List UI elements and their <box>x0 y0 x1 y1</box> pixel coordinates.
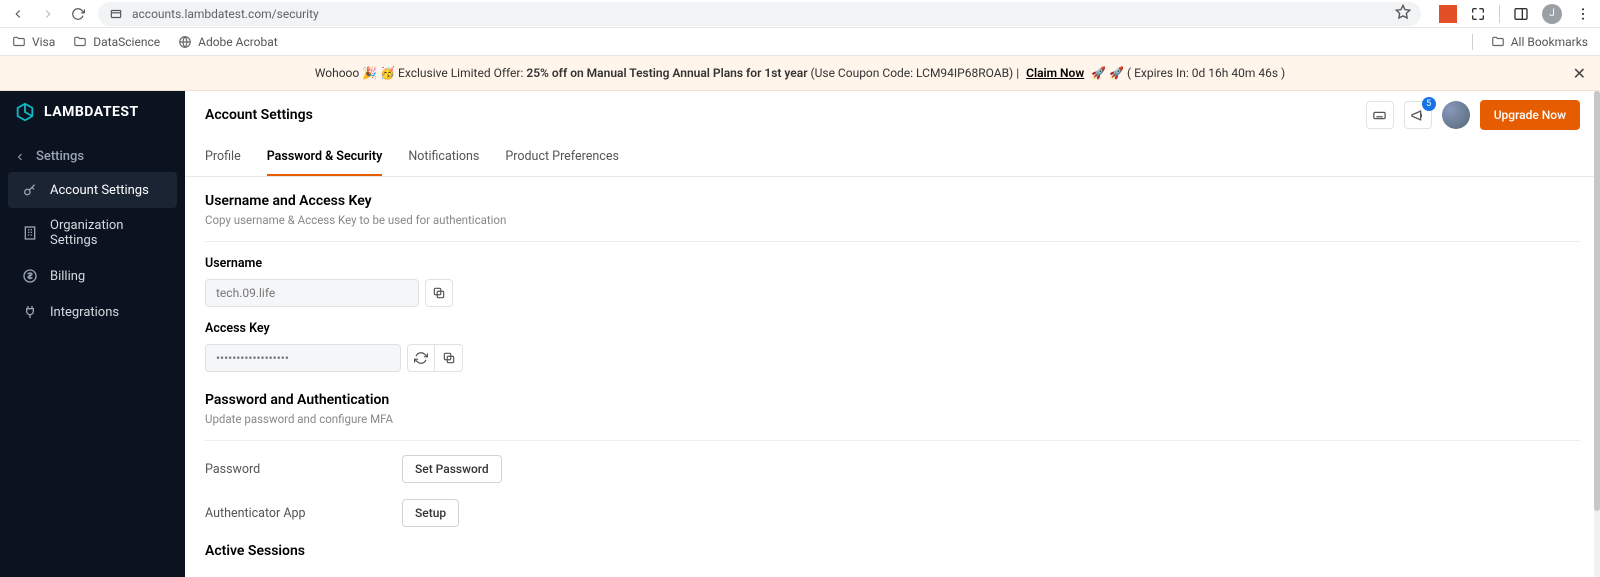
browser-toolbar: accounts.lambdatest.com/security J <box>0 0 1600 28</box>
divider <box>205 241 1580 242</box>
bookmark-datascience[interactable]: DataScience <box>73 35 160 49</box>
section-title-sessions: Active Sessions <box>205 543 1580 559</box>
back-button[interactable] <box>8 4 28 24</box>
extension-icon[interactable] <box>1439 5 1457 23</box>
sidebar-item-account-settings[interactable]: Account Settings <box>8 172 177 208</box>
copy-icon <box>442 351 456 365</box>
tab-password-security[interactable]: Password & Security <box>267 139 383 176</box>
content-area: Username and Access Key Copy username & … <box>185 177 1600 577</box>
dollar-icon <box>22 268 38 284</box>
section-title-auth: Password and Authentication <box>205 392 1580 408</box>
announcement-icon[interactable]: 5 <box>1404 101 1432 129</box>
bookmark-adobe[interactable]: Adobe Acrobat <box>178 35 278 49</box>
sidebar-back-settings[interactable]: Settings <box>0 141 185 172</box>
reload-button[interactable] <box>68 4 88 24</box>
accesskey-input[interactable] <box>205 344 401 372</box>
key-icon <box>22 182 38 198</box>
sidebar: LAMBDATEST Settings Account Settings Org… <box>0 91 185 577</box>
folder-icon <box>1491 35 1505 49</box>
setup-authenticator-button[interactable]: Setup <box>402 499 459 527</box>
bookmarks-bar: Visa DataScience Adobe Acrobat All Bookm… <box>0 28 1600 56</box>
tab-profile[interactable]: Profile <box>205 139 241 176</box>
folder-icon <box>73 35 87 49</box>
extensions-puzzle-icon[interactable] <box>1469 5 1487 23</box>
sidebar-item-integrations[interactable]: Integrations <box>0 294 185 330</box>
copy-icon <box>432 286 446 300</box>
lambdatest-logo-icon <box>14 101 36 123</box>
regenerate-accesskey-button[interactable] <box>407 344 435 372</box>
building-icon <box>22 225 38 241</box>
all-bookmarks[interactable]: All Bookmarks <box>1491 35 1588 49</box>
username-input[interactable] <box>205 279 419 307</box>
upgrade-button[interactable]: Upgrade Now <box>1480 100 1580 130</box>
topbar: Account Settings 5 Upgrade Now <box>185 91 1600 139</box>
authenticator-row-label: Authenticator App <box>205 506 402 521</box>
url-text: accounts.lambdatest.com/security <box>132 7 1387 21</box>
globe-icon <box>178 35 192 49</box>
copy-username-button[interactable] <box>425 279 453 307</box>
panel-icon[interactable] <box>1512 5 1530 23</box>
set-password-button[interactable]: Set Password <box>402 455 502 483</box>
folder-icon <box>12 35 26 49</box>
divider <box>205 440 1580 441</box>
accesskey-label: Access Key <box>205 321 1580 336</box>
tab-product-preferences[interactable]: Product Preferences <box>505 139 619 176</box>
brand-text: LAMBDATEST <box>44 104 139 120</box>
plug-icon <box>22 304 38 320</box>
keyboard-icon[interactable] <box>1366 101 1394 129</box>
section-subtitle-auth: Update password and configure MFA <box>205 412 1580 426</box>
page-title: Account Settings <box>205 107 313 123</box>
refresh-icon <box>414 351 428 365</box>
scrollbar-track[interactable] <box>1594 91 1600 577</box>
scrollbar-thumb[interactable] <box>1594 91 1600 511</box>
section-title-uak: Username and Access Key <box>205 193 1580 209</box>
user-avatar[interactable] <box>1442 101 1470 129</box>
kebab-menu-icon[interactable] <box>1574 5 1592 23</box>
brand-logo[interactable]: LAMBDATEST <box>0 101 185 141</box>
copy-accesskey-button[interactable] <box>435 344 463 372</box>
tab-bar: Profile Password & Security Notification… <box>185 139 1600 177</box>
password-row-label: Password <box>205 462 402 477</box>
bookmark-visa[interactable]: Visa <box>12 35 55 49</box>
username-label: Username <box>205 256 1580 271</box>
promo-banner: Wohooo 🎉 🥳 Exclusive Limited Offer: 25% … <box>0 56 1600 91</box>
forward-button[interactable] <box>38 4 58 24</box>
main-panel: Account Settings 5 Upgrade Now Profile P… <box>185 91 1600 577</box>
star-icon[interactable] <box>1395 4 1411 23</box>
claim-now-link[interactable]: Claim Now <box>1026 66 1084 80</box>
site-info-icon[interactable] <box>108 6 124 22</box>
notification-badge: 5 <box>1422 97 1436 111</box>
section-subtitle-uak: Copy username & Access Key to be used fo… <box>205 213 1580 227</box>
sidebar-item-billing[interactable]: Billing <box>0 258 185 294</box>
chrome-right-controls: J <box>1439 4 1592 24</box>
address-bar[interactable]: accounts.lambdatest.com/security <box>98 2 1421 26</box>
browser-profile-avatar[interactable]: J <box>1542 4 1562 24</box>
divider <box>1499 5 1500 23</box>
promo-text: Wohooo 🎉 🥳 Exclusive Limited Offer: 25% … <box>315 66 1285 80</box>
tab-notifications[interactable]: Notifications <box>408 139 479 176</box>
divider <box>1472 34 1473 50</box>
close-icon[interactable]: ✕ <box>1573 64 1586 83</box>
chevron-left-icon <box>14 151 26 163</box>
sidebar-item-organization-settings[interactable]: Organization Settings <box>0 208 185 258</box>
